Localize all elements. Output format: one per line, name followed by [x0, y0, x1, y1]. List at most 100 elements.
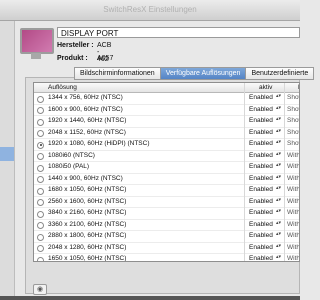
table-row[interactable]: 3360 x 2100, 60Hz (NTSC) Enabled ▴▾ With — [34, 220, 299, 231]
table-row[interactable]: 2048 x 1152, 60Hz (NTSC) Enabled▴▾ Show — [34, 128, 299, 139]
updown-arrow-icon[interactable]: ▴▾ — [276, 94, 281, 101]
updown-arrow-icon[interactable]: ▴▾ — [276, 174, 281, 182]
updown-arrow-icon[interactable]: ▴▾ — [276, 140, 281, 147]
status-popup[interactable]: Enabled — [249, 231, 273, 242]
resolution-label: 1650 x 1050, 60Hz (NTSC) — [48, 255, 127, 262]
product-row: Produkt : A057 — [57, 55, 113, 62]
monitor-stand-icon — [31, 53, 41, 59]
visibility-value[interactable]: Show — [287, 93, 299, 104]
eye-icon[interactable]: ◉ — [33, 284, 47, 295]
visibility-value[interactable]: Show — [287, 105, 299, 116]
table-row[interactable]: 1680 x 1050, 60Hz (NTSC) Enabled ▴▾ With — [34, 185, 299, 197]
updown-arrow-icon[interactable]: ▴▾ — [276, 105, 281, 113]
visibility-value[interactable]: With — [287, 185, 299, 196]
radio-button[interactable] — [37, 176, 44, 183]
resolution-label: 1600 x 900, 60Hz (NTSC) — [48, 105, 123, 113]
visibility-value[interactable]: Show — [287, 116, 299, 127]
table-row[interactable]: 1650 x 1050, 60Hz (NTSC) Enabled ▴▾ With — [34, 254, 299, 262]
radio-button[interactable] — [37, 107, 44, 114]
visibility-value[interactable]: With — [287, 220, 299, 231]
table-row[interactable]: 2048 x 1280, 60Hz (NTSC) Enabled ▴▾ With — [34, 243, 299, 254]
status-popup[interactable]: Enabled — [249, 93, 273, 104]
tab-available-resolutions[interactable]: Verfügbare Auflösungen — [159, 67, 247, 80]
resolution-label: 1440 x 900, 60Hz (NTSC) — [48, 174, 123, 182]
status-popup[interactable]: Enabled — [249, 128, 273, 139]
monitor-icon — [20, 28, 54, 54]
column-divider — [284, 83, 285, 261]
display-name-field[interactable]: DISPLAY PORT — [57, 27, 300, 38]
radio-button[interactable] — [37, 118, 44, 126]
status-popup[interactable]: Enabled — [249, 254, 273, 261]
sidebar-selected-item[interactable] — [0, 147, 14, 161]
visibility-value[interactable]: With — [287, 151, 299, 162]
radio-button[interactable] — [37, 233, 44, 241]
visibility-value[interactable]: With — [287, 197, 299, 208]
radio-button[interactable] — [37, 210, 44, 218]
radio-button[interactable] — [37, 95, 44, 103]
status-popup[interactable]: Enabled — [249, 220, 273, 231]
resolution-label: 2560 x 1600, 60Hz (NTSC) — [48, 197, 127, 205]
visibility-value[interactable]: With — [287, 254, 299, 261]
product-value: A057 — [97, 55, 114, 62]
status-popup[interactable]: Enabled — [249, 116, 273, 127]
updown-arrow-icon[interactable]: ▴▾ — [276, 220, 281, 228]
tab-custom[interactable]: Benutzerdefinierte — [245, 67, 315, 80]
resolution-label: 3840 x 2160, 60Hz (NTSC) — [48, 209, 127, 216]
visibility-value[interactable]: Show — [287, 128, 299, 139]
radio-button[interactable] — [37, 187, 44, 195]
updown-arrow-icon[interactable]: ▴▾ — [276, 255, 281, 261]
table-row[interactable]: 3840 x 2160, 60Hz (NTSC) Enabled ▴▾ With — [34, 208, 299, 220]
table-row[interactable]: 2560 x 1600, 60Hz (NTSC) Enabled ▴▾ With — [34, 197, 299, 208]
updown-arrow-icon[interactable]: ▴▾ — [276, 232, 281, 239]
table-row[interactable]: 1600 x 900, 60Hz (NTSC) Enabled▴▾ Show — [34, 105, 299, 116]
table-row[interactable]: 1920 x 1440, 60Hz (NTSC) Enabled▴▾ Show — [34, 116, 299, 128]
status-popup[interactable]: Enabled — [249, 185, 273, 196]
updown-arrow-icon[interactable]: ▴▾ — [276, 151, 281, 159]
table-row[interactable]: 1344 x 756, 60Hz (NTSC) Enabled▴▾ Show — [34, 93, 299, 105]
status-popup[interactable]: Enabled — [249, 105, 273, 116]
updown-arrow-icon[interactable]: ▴▾ — [276, 128, 281, 136]
radio-button[interactable] — [37, 153, 44, 160]
status-popup[interactable]: Enabled — [249, 243, 273, 254]
column-header-active[interactable]: aktiv — [244, 83, 272, 92]
column-header-resolution[interactable]: Auflösung — [48, 83, 77, 92]
tab-display-info[interactable]: Bildschirminformationen — [74, 67, 161, 80]
table-row[interactable]: 1080i60 (NTSC) Enabled ▴▾ With — [34, 151, 299, 162]
table-row[interactable]: 1920 x 1080, 60Hz (HiDPI) (NTSC) Enabled ▴… — [34, 139, 299, 151]
resolution-label: 1080i50 (PAL) — [48, 163, 90, 170]
updown-arrow-icon[interactable]: ▴▾ — [276, 243, 281, 251]
column-header-visible[interactable]: M — [284, 83, 299, 92]
resolutions-table[interactable]: Auflösung aktiv M 1344 x 756, 60Hz (NTSC… — [33, 82, 300, 262]
radio-button[interactable] — [37, 141, 44, 149]
status-popup[interactable]: Enabled — [249, 208, 273, 219]
visibility-value[interactable]: Show — [287, 139, 299, 150]
radio-button[interactable] — [37, 130, 44, 137]
visibility-value[interactable]: With — [287, 231, 299, 242]
table-row[interactable]: 2880 x 1800, 60Hz (NTSC) Enabled ▴▾ With — [34, 231, 299, 243]
window-title: SwitchResX Einstellungen — [0, 0, 300, 21]
radio-button[interactable] — [37, 222, 44, 229]
status-popup[interactable]: Enabled — [249, 197, 273, 208]
visibility-value[interactable]: With — [287, 162, 299, 173]
status-popup[interactable]: Enabled — [249, 151, 273, 162]
status-popup[interactable]: Enabled — [249, 139, 273, 150]
radio-button[interactable] — [37, 245, 44, 252]
updown-arrow-icon[interactable]: ▴▾ — [276, 117, 281, 124]
visibility-value[interactable]: With — [287, 174, 299, 185]
updown-arrow-icon[interactable]: ▴▾ — [276, 209, 281, 216]
resolution-label: 1920 x 1080, 60Hz (HiDPI) (NTSC) — [48, 140, 150, 147]
radio-button[interactable] — [37, 199, 44, 206]
updown-arrow-icon[interactable]: ▴▾ — [276, 186, 281, 193]
table-row[interactable]: 1440 x 900, 60Hz (NTSC) Enabled ▴▾ With — [34, 174, 299, 185]
updown-arrow-icon[interactable]: ▴▾ — [276, 163, 281, 170]
visibility-value[interactable]: With — [287, 208, 299, 219]
resolution-label: 1080i60 (NTSC) — [48, 151, 95, 159]
visibility-value[interactable]: With — [287, 243, 299, 254]
resolution-label: 2048 x 1280, 60Hz (NTSC) — [48, 243, 127, 251]
radio-button[interactable] — [37, 164, 44, 172]
updown-arrow-icon[interactable]: ▴▾ — [276, 197, 281, 205]
radio-button[interactable] — [37, 256, 44, 261]
status-popup[interactable]: Enabled — [249, 162, 273, 173]
table-row[interactable]: 1080i50 (PAL) Enabled ▴▾ With — [34, 162, 299, 174]
status-popup[interactable]: Enabled — [249, 174, 273, 185]
